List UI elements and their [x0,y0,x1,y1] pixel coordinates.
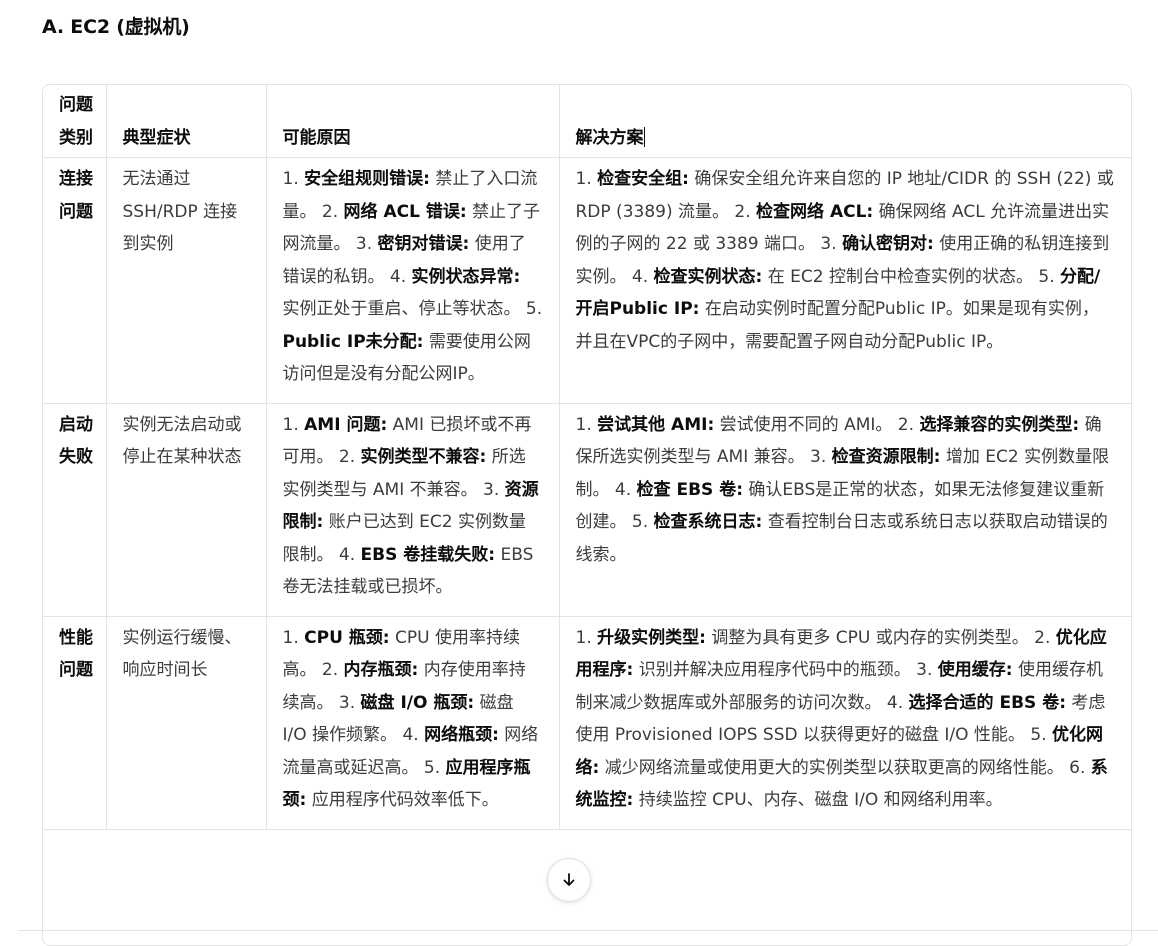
cell-category: 性能问题 [43,616,107,830]
item-number: 1. [575,169,592,189]
item-title: 检查网络 ACL: [756,201,874,222]
item-text: 持续监控 CPU、内存、磁盘 I/O 和网络利用率。 [638,790,1003,810]
table-row: 性能问题 实例运行缓慢、响应时间长 1. CPU 瓶颈: CPU 使用率持续高。 2… [43,616,1131,830]
item-title: 安全组规则错误: [304,169,430,189]
item-number: 1. [282,169,299,189]
header-category: 问题类别 [43,85,107,158]
item-number: 2. [897,414,915,435]
cell-symptom: 无法通过 SSH/RDP 连接到实例 [106,157,267,404]
header-symptom: 典型症状 [106,85,267,158]
cell-solution: 1. 升级实例类型: 调整为具有更多 CPU 或内存的实例类型。 2. 优化应用… [559,616,1131,830]
item-title: 检查 EBS 卷: [636,479,743,500]
item-title: 使用缓存: [937,660,1013,680]
item-title: 网络 ACL 错误: [343,201,467,222]
item-number: 2. [734,201,751,222]
cell-solution: 1. 检查安全组: 确保安全组允许来自您的 IP 地址/CIDR 的 SSH (… [559,157,1131,404]
item-title: 内存瓶颈: [343,660,419,680]
header-solution-label: 解决方案 [575,127,644,148]
item-number: 3. [355,234,373,254]
scroll-to-bottom-button[interactable] [547,858,591,902]
cell-cause: 1. CPU 瓶颈: CPU 使用率持续高。 2. 内存瓶颈: 内存使用率持续高… [266,616,560,830]
item-number: 5. [1038,266,1055,287]
item-number: 4. [338,544,356,565]
cell-solution: 1. 尝试其他 AMI: 尝试使用不同的 AMI。 2. 选择兼容的实例类型: … [559,403,1131,617]
cell-symptom: 实例无法启动或停止在某种状态 [106,403,267,617]
item-title: 实例类型不兼容: [360,447,487,467]
item-title: 磁盘 I/O 瓶颈: [360,692,475,713]
item-number: 3. [338,692,356,713]
item-number: 5. [423,757,441,778]
item-number: 2. [321,660,339,680]
item-number: 2. [338,447,356,467]
troubleshooting-table-container: 问题类别 典型症状 可能原因 解决方案 连接问题 无法通过 SSH/RDP 连接到… [42,84,1132,946]
item-text: 在 EC2 控制台中检查实例的状态。 [767,266,1033,287]
item-title: 确认密钥对: [842,234,934,254]
item-title: 检查系统日志: [653,512,763,532]
table-row: 连接问题 无法通过 SSH/RDP 连接到实例 1. 安全组规则错误: 禁止了入口流… [43,157,1131,404]
item-number: 3. [820,234,837,254]
troubleshooting-table: 问题类别 典型症状 可能原因 解决方案 连接问题 无法通过 SSH/RDP 连接到… [43,85,1131,830]
item-number: 3. [810,447,827,467]
cell-category: 连接问题 [43,157,107,404]
item-text: 识别并解决应用程序代码中的瓶颈。 [638,660,911,680]
item-number: 1. [282,414,299,435]
cell-cause: 1. AMI 问题: AMI 已损坏或不再可用。 2. 实例类型不兼容: 所选实… [266,403,560,617]
arrow-down-icon [563,873,575,886]
item-title: EBS 卷挂载失败: [360,544,496,565]
item-number: 4. [886,692,904,713]
text-cursor [643,126,645,147]
table-body: 连接问题 无法通过 SSH/RDP 连接到实例 1. 安全组规则错误: 禁止了入口流… [43,157,1131,830]
item-text: 调整为具有更多 CPU 或内存的实例类型。 [711,627,1029,648]
item-title: 选择合适的 EBS 卷: [908,692,1066,713]
cell-cause: 1. 安全组规则错误: 禁止了入口流量。 2. 网络 ACL 错误: 禁止了子网… [266,157,560,404]
header-solution: 解决方案 [559,85,1131,158]
item-title: 检查资源限制: [831,447,941,467]
item-title: 尝试其他 AMI: [597,414,715,435]
item-text: 减少网络流量或使用更大的实例类型以获取更高的网络性能。 [604,757,1064,778]
item-number: 5. [631,512,649,532]
item-title: 升级实例类型: [597,627,706,648]
item-text: 实例正处于重启、停止等状态。 [282,299,521,319]
table-row: 启动失败 实例无法启动或停止在某种状态 1. AMI 问题: AMI 已损坏或不再可… [43,403,1131,617]
item-text: 应用程序代码效率低下。 [311,790,499,810]
item-number: 1. [575,627,592,648]
item-number: 1. [282,627,299,648]
item-title: 检查实例状态: [653,266,763,287]
item-title: AMI 问题: [304,414,388,435]
section-heading: A. EC2 (虚拟机) [42,16,190,38]
cell-category: 启动失败 [43,403,107,617]
item-number: 4. [614,479,632,500]
item-title: 检查安全组: [597,169,689,189]
item-number: 2. [321,201,339,222]
item-title: CPU 瓶颈: [304,627,390,648]
item-number: 5. [1030,725,1047,745]
item-number: 4. [389,266,407,287]
item-title: Public IP未分配: [282,331,424,352]
item-number: 4. [631,266,649,287]
item-number: 2. [1034,627,1051,648]
cell-symptom: 实例运行缓慢、响应时间长 [106,616,267,830]
composer-divider [18,930,1158,931]
item-number: 5. [525,299,543,319]
item-number: 6. [1069,757,1086,778]
item-number: 3. [916,660,933,680]
item-title: 选择兼容的实例类型: [919,414,1080,435]
table-header-row: 问题类别 典型症状 可能原因 解决方案 [43,85,1131,158]
item-number: 4. [402,725,419,745]
header-cause: 可能原因 [266,85,560,158]
item-number: 1. [575,414,592,435]
item-text: 尝试使用不同的 AMI。 [719,414,893,435]
item-number: 3. [483,479,500,500]
item-title: 网络瓶颈: [424,725,499,745]
item-title: 密钥对错误: [377,234,470,254]
item-title: 实例状态异常: [411,266,521,287]
